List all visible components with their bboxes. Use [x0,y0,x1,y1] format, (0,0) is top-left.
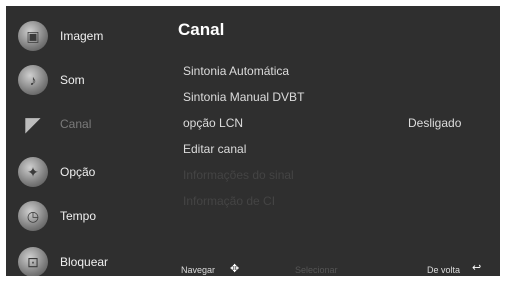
sidebar-item-label: Som [60,73,85,87]
menu-item-edit-channel[interactable]: Editar canal [183,142,246,156]
sidebar: ▣ Imagem ♪ Som ◤ Canal ✦ Opção ◷ Tempo ⊡… [6,6,156,276]
navigate-label: Navegar [181,265,216,275]
return-arrow-icon[interactable]: ↩ [472,261,481,274]
sidebar-item-opcao[interactable]: ✦ Opção [18,155,148,189]
menu-item-ci-info: Informação de CI [183,194,276,208]
sidebar-item-label: Tempo [60,209,97,223]
menu-item-lcn[interactable]: opção LCN [183,116,243,130]
sidebar-item-label: Opção [60,165,96,179]
sidebar-item-canal[interactable]: ◤ Canal [18,107,148,141]
sidebar-item-label: Canal [60,117,92,131]
sidebar-item-label: Imagem [60,29,104,43]
clock-icon: ◷ [18,201,48,231]
option-icon: ✦ [18,157,48,187]
speaker-icon: ♪ [18,65,48,95]
menu-item-manual-tuning[interactable]: Sintonia Manual DVBT [183,90,304,104]
menu-item-auto-tuning[interactable]: Sintonia Automática [183,64,289,78]
tv-menu-screen: ▣ Imagem ♪ Som ◤ Canal ✦ Opção ◷ Tempo ⊡… [6,6,500,276]
sidebar-item-label: Bloquear [60,255,109,269]
satellite-dish-icon: ◤ [25,113,41,136]
back-label: De volta [427,265,461,275]
lcn-value[interactable]: Desligado [408,116,461,130]
sidebar-item-bloquear[interactable]: ⊡ Bloquear [18,245,148,276]
sidebar-item-tempo[interactable]: ◷ Tempo [18,199,148,233]
lock-icon: ⊡ [18,247,48,276]
sidebar-item-imagem[interactable]: ▣ Imagem [18,19,148,53]
image-icon: ▣ [18,21,48,51]
arrows-icon: ✥ [230,263,240,275]
select-label: Selecionar [295,265,338,275]
panel-title: Canal [178,20,225,39]
menu-item-signal-info: Informações do sinal [183,168,294,182]
sidebar-item-som[interactable]: ♪ Som [18,63,148,97]
